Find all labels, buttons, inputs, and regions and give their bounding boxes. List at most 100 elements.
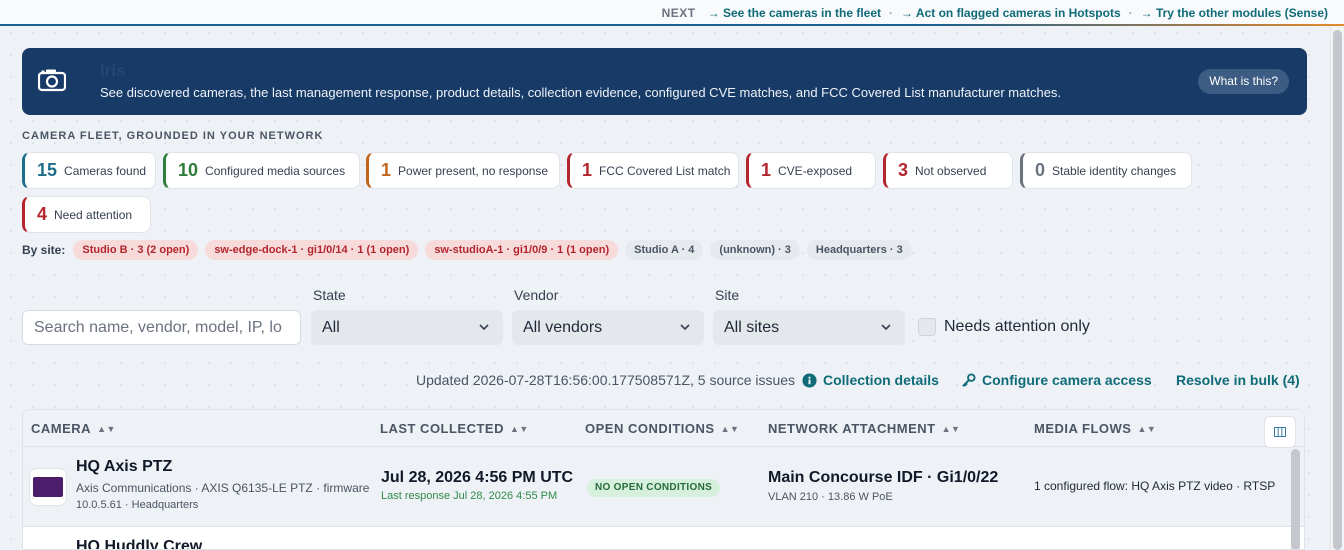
info-icon	[802, 372, 817, 388]
state-select-value: All	[322, 319, 340, 336]
stat-label: Configured media sources	[205, 163, 346, 178]
needs-attention-label[interactable]: Needs attention only	[944, 318, 1090, 336]
column-header-last-collected[interactable]: LAST COLLECTED ▲▼	[380, 421, 529, 436]
column-header-label: NETWORK ATTACHMENT	[768, 421, 936, 436]
camera-thumbnail-image	[33, 477, 63, 497]
column-header-network-attachment[interactable]: NETWORK ATTACHMENT ▲▼	[768, 421, 960, 436]
network-attachment-detail: VLAN 210 · 13.86 W PoE	[768, 491, 893, 503]
what-is-this-button[interactable]: What is this?	[1198, 69, 1289, 94]
stat-media-sources[interactable]: 10 Configured media sources	[163, 152, 360, 189]
stat-number: 1	[582, 160, 593, 180]
chevron-down-icon	[680, 324, 690, 331]
status-badge: NO OPEN CONDITIONS	[587, 479, 721, 497]
next-links: NEXT → See the cameras in the fleet · → …	[662, 6, 1328, 20]
stat-label: Stable identity changes	[1052, 163, 1177, 178]
vendor-select[interactable]: All vendors	[512, 310, 704, 345]
stat-number: 1	[381, 160, 392, 180]
separator: ·	[889, 6, 894, 20]
camera-name[interactable]: HQ Axis PTZ	[76, 458, 172, 476]
table-scrollbar-thumb[interactable]	[1291, 449, 1300, 549]
last-collected: Jul 28, 2026 4:56 PM UTC	[381, 469, 574, 486]
needs-attention-checkbox[interactable]	[918, 318, 936, 336]
search-input[interactable]: Search name, vendor, model, IP, lo	[22, 310, 301, 345]
site-select[interactable]: All sites	[713, 310, 905, 345]
table-row[interactable]: HQ Axis PTZ Axis Communications · AXIS Q…	[23, 447, 1304, 527]
page-scrollbar-thumb[interactable]	[1333, 30, 1342, 550]
configure-access-link[interactable]: Configure camera access	[961, 372, 1152, 388]
collection-details-label: Collection details	[823, 372, 939, 388]
stat-label: Power present, no response	[398, 163, 549, 178]
site-chip[interactable]: sw-studioA-1 · gi1/0/9 · 1 (1 open)	[425, 240, 619, 260]
sort-icon: ▲▼	[1137, 423, 1157, 434]
stat-cve-exposed[interactable]: 1 CVE-exposed	[746, 152, 876, 189]
collection-details-link[interactable]: Collection details	[802, 372, 939, 388]
updated-status: Updated 2026-07-28T16:56:00.177508571Z, …	[416, 372, 796, 388]
stat-label: FCC Covered List match	[599, 163, 731, 178]
camera-ip-site: 10.0.5.61 · Headquarters	[76, 499, 199, 511]
chevron-down-icon	[479, 324, 489, 331]
site-chip[interactable]: (unknown) · 3	[710, 240, 800, 260]
sort-icon: ▲▼	[510, 423, 529, 434]
resolve-in-bulk-button[interactable]: Resolve in bulk (4)	[1176, 372, 1300, 388]
topbar-accent-line	[0, 24, 1344, 26]
stat-need-attention[interactable]: 4 Need attention	[22, 196, 151, 233]
table-row[interactable]: HQ Huddly Crew	[23, 528, 1304, 549]
stat-not-observed[interactable]: 3 Not observed	[883, 152, 1013, 189]
camera-name[interactable]: HQ Huddly Crew	[76, 538, 202, 549]
site-chip[interactable]: Studio B · 3 (2 open)	[73, 240, 199, 260]
camera-thumbnail	[29, 468, 67, 506]
column-header-open-conditions[interactable]: OPEN CONDITIONS ▲▼	[585, 421, 739, 436]
vendor-select-value: All vendors	[523, 319, 603, 336]
next-link-sense[interactable]: → Try the other modules (Sense)	[1141, 6, 1328, 20]
site-chip[interactable]: Headquarters · 3	[806, 240, 912, 260]
camera-detail: Axis Communications · AXIS Q6135-LE PTZ …	[76, 481, 370, 495]
last-response: Last response Jul 28, 2026 4:55 PM	[381, 490, 558, 502]
state-filter-label: State	[313, 287, 346, 303]
column-header-label: MEDIA FLOWS	[1034, 421, 1132, 436]
configure-access-label: Configure camera access	[982, 372, 1152, 388]
sort-icon: ▲▼	[941, 423, 961, 434]
site-select-value: All sites	[724, 319, 780, 336]
stat-number: 10	[178, 160, 199, 180]
stat-label: CVE-exposed	[778, 163, 853, 178]
camera-table: CAMERA ▲▼ LAST COLLECTED ▲▼ OPEN CONDITI…	[22, 409, 1305, 550]
stat-number: 1	[761, 160, 772, 180]
fleet-heading: CAMERA FLEET, GROUNDED IN YOUR NETWORK	[22, 130, 324, 142]
module-banner: Iris See discovered cameras, the last ma…	[22, 48, 1307, 115]
column-header-camera[interactable]: CAMERA ▲▼	[31, 421, 116, 436]
stat-label: Cameras found	[64, 163, 147, 178]
stat-identity-changes[interactable]: 0 Stable identity changes	[1020, 152, 1192, 189]
stat-power-no-response[interactable]: 1 Power present, no response	[366, 152, 560, 189]
module-description: See discovered cameras, the last managem…	[100, 85, 1062, 100]
column-settings-button[interactable]	[1264, 416, 1296, 448]
separator: ·	[1128, 6, 1133, 20]
by-site-label: By site:	[22, 243, 66, 257]
stat-cameras-found[interactable]: 15 Cameras found	[22, 152, 156, 189]
state-select[interactable]: All	[311, 310, 503, 345]
sort-icon: ▲▼	[97, 423, 116, 434]
site-chip[interactable]: Studio A · 4	[625, 240, 704, 260]
column-header-label: LAST COLLECTED	[380, 421, 504, 436]
next-steps-bar: NEXT → See the cameras in the fleet · → …	[0, 0, 1344, 26]
resolve-in-bulk-label: Resolve in bulk (4)	[1176, 372, 1300, 388]
network-attachment: Main Concourse IDF · Gi1/0/22	[768, 469, 999, 486]
next-link-hotspots[interactable]: → Act on flagged cameras in Hotspots	[901, 6, 1121, 20]
media-flows: 1 configured flow: HQ Axis PTZ video · R…	[1034, 479, 1276, 493]
site-filter-chips: By site: Studio B · 3 (2 open) sw-edge-d…	[22, 240, 912, 260]
stat-fcc-covered[interactable]: 1 FCC Covered List match	[567, 152, 739, 189]
stat-number: 0	[1035, 160, 1046, 180]
sort-icon: ▲▼	[720, 423, 740, 434]
columns-icon	[1274, 427, 1286, 437]
chevron-down-icon	[881, 324, 891, 331]
site-filter-label: Site	[715, 287, 740, 303]
next-link-fleet[interactable]: → See the cameras in the fleet	[708, 6, 881, 20]
column-header-media-flows[interactable]: MEDIA FLOWS ▲▼	[1034, 421, 1156, 436]
stat-label: Not observed	[915, 163, 987, 178]
stat-number: 3	[898, 160, 909, 180]
column-header-label: CAMERA	[31, 421, 92, 436]
module-title: Iris	[100, 61, 126, 80]
site-chip[interactable]: sw-edge-dock-1 · gi1/0/14 · 1 (1 open)	[205, 240, 419, 260]
stat-label: Need attention	[54, 207, 133, 222]
vendor-filter-label: Vendor	[514, 287, 559, 303]
stat-number: 15	[37, 160, 58, 180]
